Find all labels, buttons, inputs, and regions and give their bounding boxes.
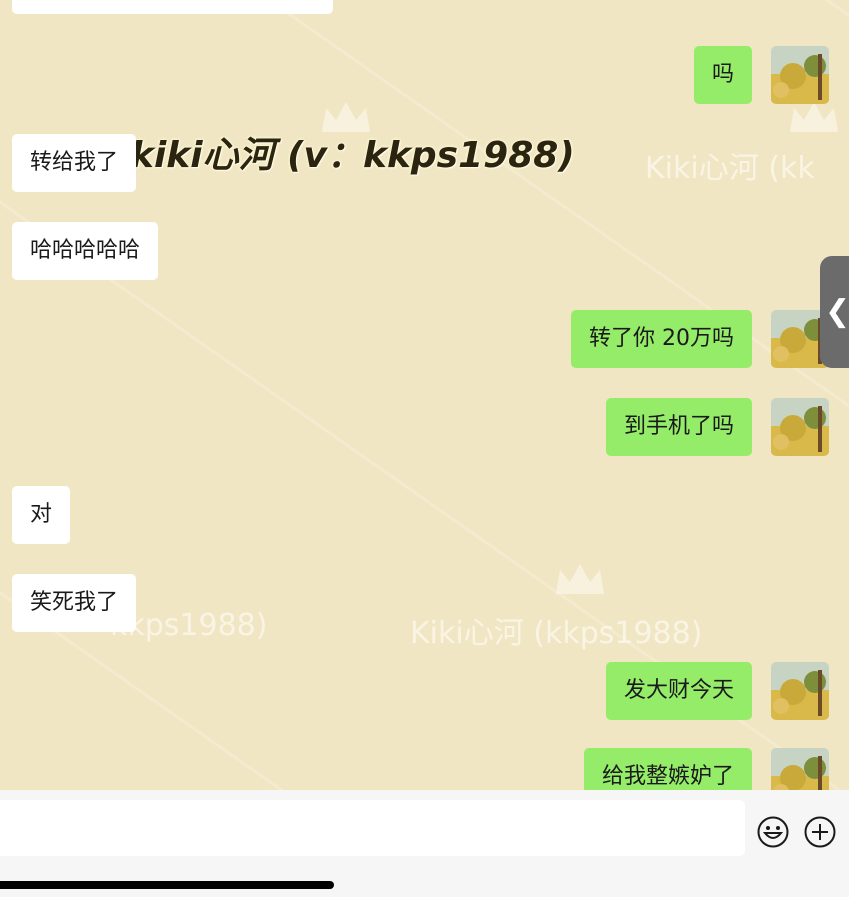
- incoming-message[interactable]: 哈哈哈哈哈: [12, 222, 159, 280]
- watermark-text: kiki心河 (v：kkps1988): [130, 135, 575, 176]
- watermark-text-faint: Kiki心河 (kkps1988): [410, 616, 703, 651]
- plus-circle-icon[interactable]: [803, 815, 837, 849]
- outgoing-message[interactable]: 发大财今天: [605, 662, 752, 720]
- smiley-icon[interactable]: [756, 815, 790, 849]
- avatar[interactable]: [771, 46, 829, 104]
- outgoing-message[interactable]: 吗: [693, 46, 752, 104]
- incoming-message[interactable]: 笑死我了: [12, 574, 137, 632]
- incoming-message[interactable]: 转给我了: [12, 134, 137, 192]
- incoming-message[interactable]: 对: [12, 486, 71, 544]
- crown-watermark-icon: [322, 102, 370, 132]
- crown-watermark-icon: [556, 564, 604, 594]
- chevron-left-icon: ❮: [825, 294, 849, 329]
- outgoing-message[interactable]: 到手机了吗: [605, 398, 752, 456]
- avatar[interactable]: [771, 662, 829, 720]
- input-bar: [0, 790, 849, 897]
- avatar[interactable]: [771, 398, 829, 456]
- outgoing-message[interactable]: 转了你 20万吗: [571, 310, 752, 368]
- watermark-text-faint: Kiki心河 (kk: [645, 151, 815, 186]
- message-input[interactable]: [0, 800, 745, 856]
- home-indicator: [0, 881, 334, 889]
- avatar[interactable]: [771, 748, 829, 790]
- message-bubble-partial: [12, 0, 333, 14]
- outgoing-message[interactable]: 给我整嫉妒了: [583, 748, 752, 790]
- side-panel-handle[interactable]: ❮: [820, 256, 849, 368]
- chat-area[interactable]: kiki心河 (v：kkps1988) Kiki心河 (kk Kiki心河 (k…: [0, 0, 849, 790]
